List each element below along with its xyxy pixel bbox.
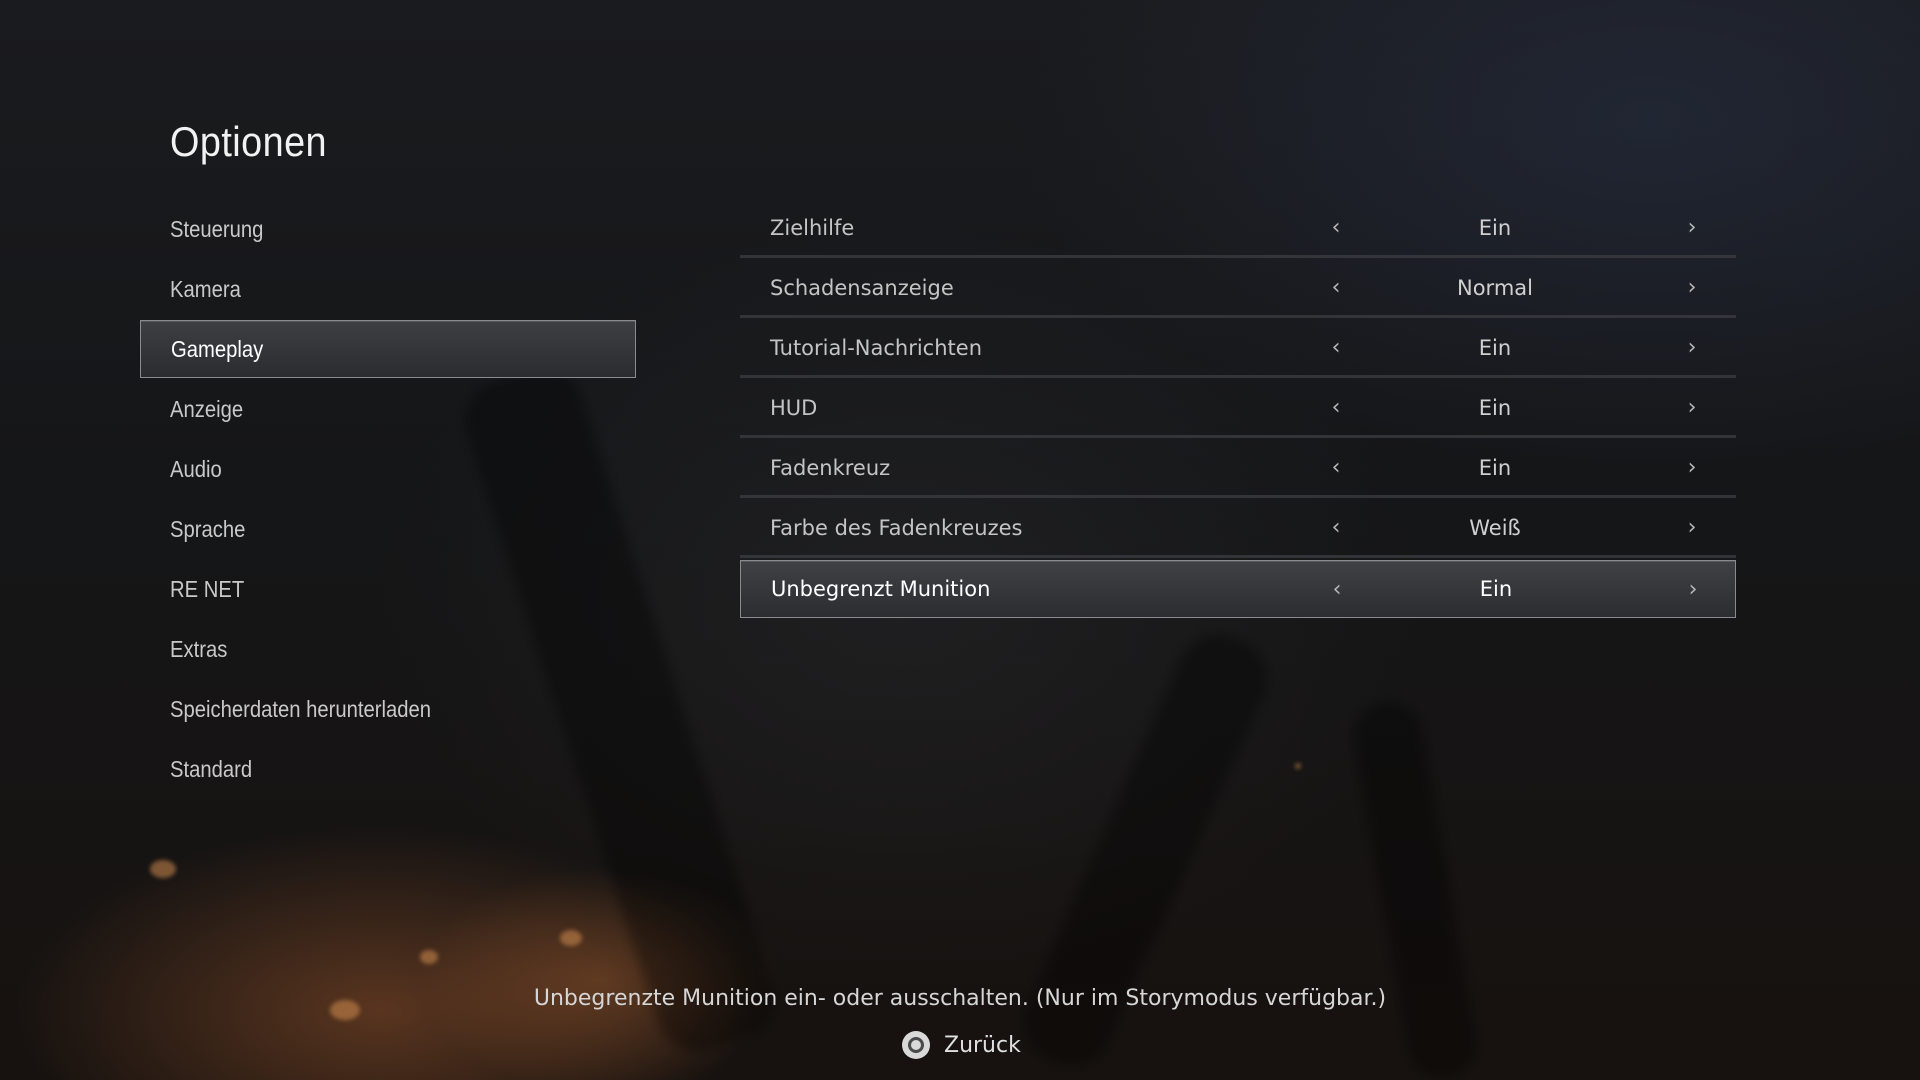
category-item-sprache[interactable]: Sprache [140, 500, 636, 558]
category-label: Gameplay [171, 335, 264, 362]
setting-label: Schadensanzeige [770, 275, 954, 300]
setting-value: Normal [1457, 275, 1533, 300]
category-label: Sprache [170, 515, 246, 542]
category-label: RE NET [170, 575, 245, 602]
chevron-left-icon[interactable]: ‹ [1324, 213, 1348, 243]
category-item-kamera[interactable]: Kamera [140, 260, 636, 318]
category-label: Kamera [170, 275, 241, 302]
category-label: Speicherdaten herunterladen [170, 695, 432, 722]
chevron-left-icon[interactable]: ‹ [1325, 574, 1349, 604]
setting-description: Unbegrenzte Munition ein- oder ausschalt… [533, 986, 1387, 1011]
chevron-left-icon[interactable]: ‹ [1324, 333, 1348, 363]
category-label: Audio [170, 455, 222, 482]
options-screen: Optionen Steuerung Kamera Gameplay Anzeige A… [0, 0, 1920, 1080]
setting-row[interactable]: Fadenkreuz ‹ Ein › [740, 440, 1736, 498]
setting-row[interactable]: Schadensanzeige ‹ Normal › [740, 260, 1736, 318]
setting-row[interactable]: HUD ‹ Ein › [740, 380, 1736, 438]
background-ember [420, 950, 438, 964]
category-label: Extras [170, 635, 228, 662]
category-item-speicherdaten-herunterladen[interactable]: Speicherdaten herunterladen [140, 680, 636, 738]
page-title: Optionen [170, 118, 328, 165]
category-item-standard[interactable]: Standard [140, 740, 636, 798]
chevron-left-icon[interactable]: ‹ [1324, 393, 1348, 423]
back-label: Zurück [944, 1032, 1021, 1058]
setting-label: Farbe des Fadenkreuzes [770, 515, 1023, 540]
category-label: Anzeige [170, 395, 244, 422]
background-branch [1347, 696, 1483, 1080]
circle-button-icon [902, 1031, 930, 1059]
category-label: Steuerung [170, 215, 264, 242]
chevron-right-icon[interactable]: › [1680, 513, 1704, 543]
background-ember [150, 860, 176, 878]
category-item-extras[interactable]: Extras [140, 620, 636, 678]
setting-row[interactable]: Tutorial-Nachrichten ‹ Ein › [740, 320, 1736, 378]
category-item-gameplay[interactable]: Gameplay [140, 320, 636, 378]
setting-row[interactable]: Farbe des Fadenkreuzes ‹ Weiß › [740, 500, 1736, 558]
chevron-right-icon[interactable]: › [1680, 453, 1704, 483]
category-item-steuerung[interactable]: Steuerung [140, 200, 636, 258]
setting-label: HUD [770, 395, 818, 420]
setting-label: Unbegrenzt Munition [771, 577, 991, 601]
chevron-right-icon[interactable]: › [1680, 273, 1704, 303]
chevron-right-icon[interactable]: › [1680, 333, 1704, 363]
category-label: Standard [170, 755, 253, 782]
chevron-right-icon[interactable]: › [1681, 574, 1705, 604]
setting-row[interactable]: Zielhilfe ‹ Ein › [740, 200, 1736, 258]
chevron-right-icon[interactable]: › [1680, 393, 1704, 423]
setting-row[interactable]: Unbegrenzt Munition ‹ Ein › [740, 560, 1736, 618]
category-menu: Steuerung Kamera Gameplay Anzeige Audio Sprac… [140, 200, 636, 800]
chevron-left-icon[interactable]: ‹ [1324, 273, 1348, 303]
category-item-re-net[interactable]: RE NET [140, 560, 636, 618]
chevron-right-icon[interactable]: › [1680, 213, 1704, 243]
setting-label: Zielhilfe [770, 215, 855, 240]
chevron-left-icon[interactable]: ‹ [1324, 513, 1348, 543]
chevron-left-icon[interactable]: ‹ [1324, 453, 1348, 483]
setting-label: Fadenkreuz [770, 455, 891, 480]
setting-value: Weiß [1469, 515, 1521, 540]
settings-list: Zielhilfe ‹ Ein › Schadensanzeige ‹ Normal › Tut… [740, 200, 1736, 620]
setting-value: Ein [1478, 455, 1512, 480]
setting-value: Ein [1479, 577, 1513, 601]
setting-value: Ein [1478, 395, 1512, 420]
setting-value: Ein [1478, 335, 1512, 360]
setting-value: Ein [1478, 215, 1512, 240]
background-ember [1295, 763, 1301, 769]
category-item-audio[interactable]: Audio [140, 440, 636, 498]
back-button[interactable]: Zurück [902, 1028, 1021, 1062]
background-ember [560, 930, 582, 946]
category-item-anzeige[interactable]: Anzeige [140, 380, 636, 438]
setting-label: Tutorial-Nachrichten [770, 335, 982, 360]
